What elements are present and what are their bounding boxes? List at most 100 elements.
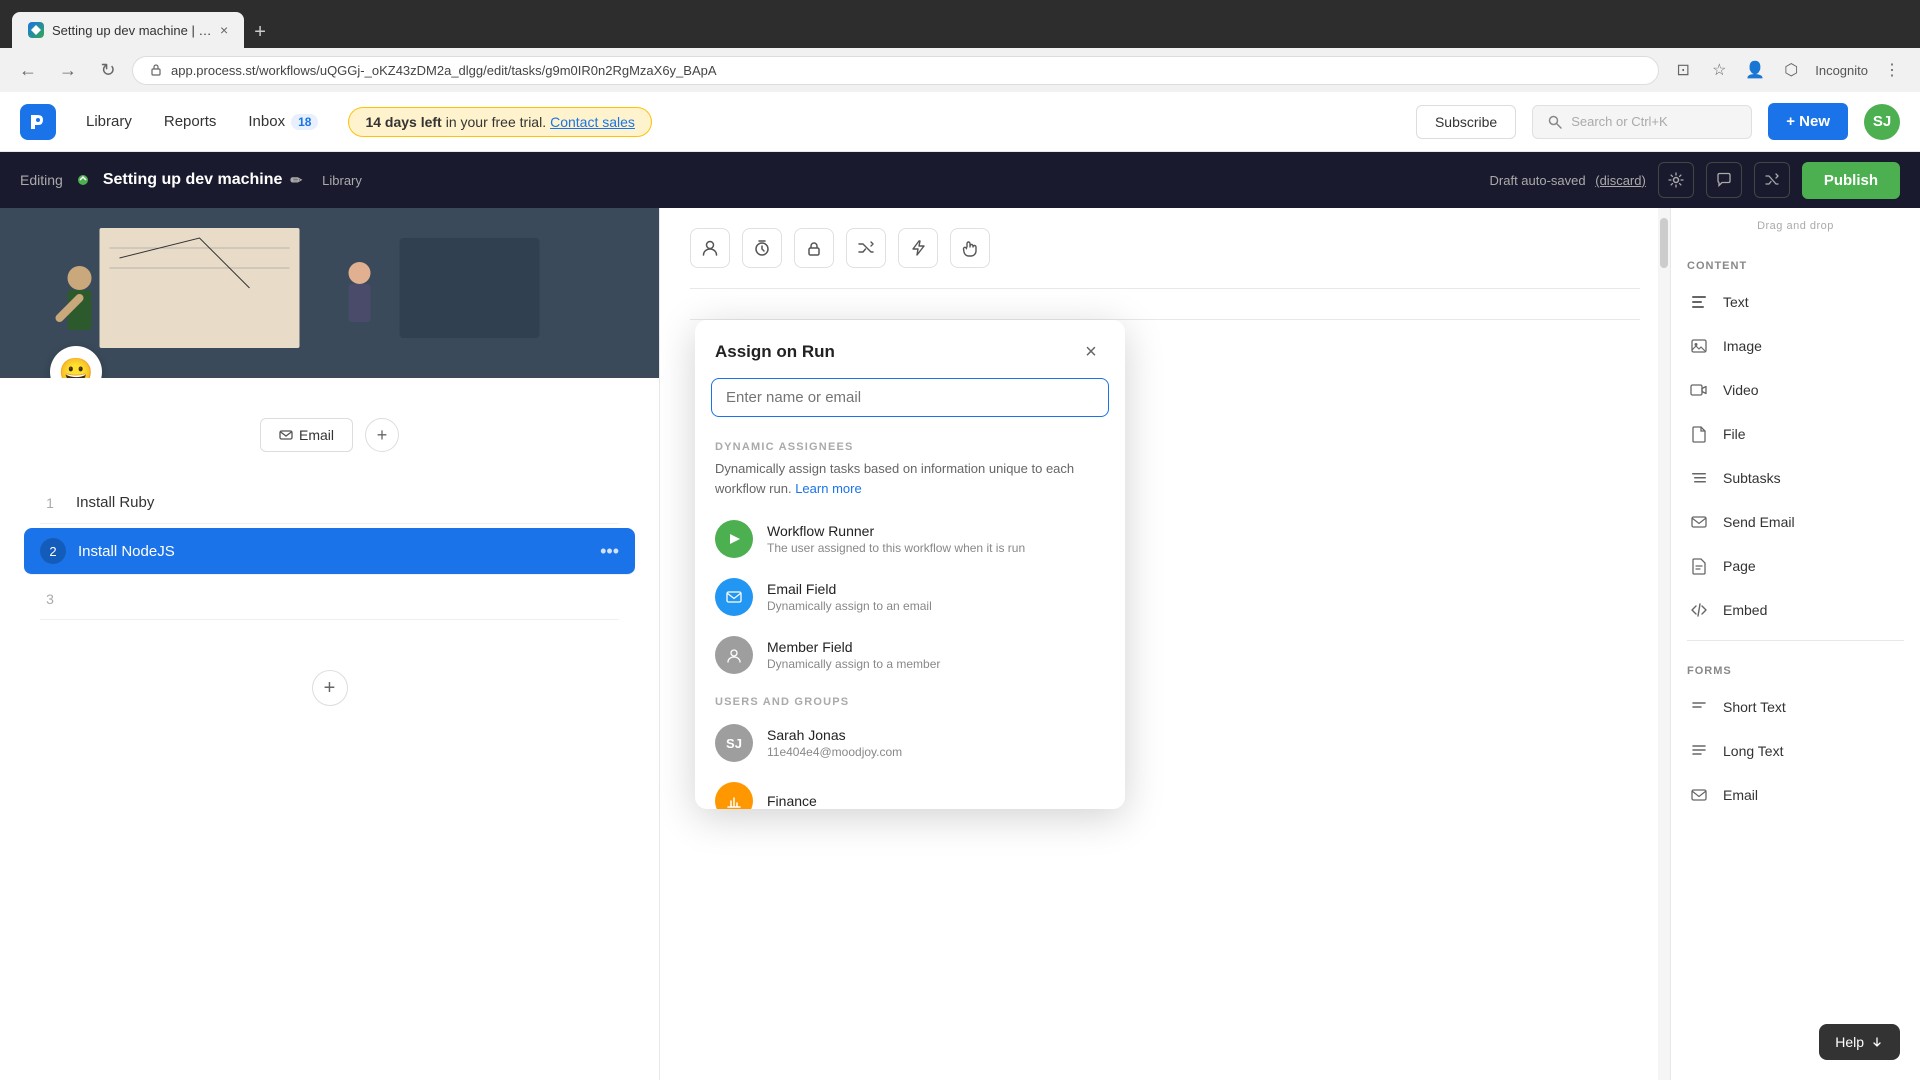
nav-library[interactable]: Library [72,105,146,138]
browser-nav: ← → ↻ app.process.st/workflows/uQGGj-_oK… [0,48,1920,92]
toolbar-lock-button[interactable] [794,228,834,268]
task-more-button[interactable]: ••• [600,541,619,562]
menu-icon[interactable]: ⋮ [1876,54,1908,86]
sidebar-item-text[interactable]: Text [1671,280,1920,324]
sidebar-item-long-text[interactable]: Long Text [1671,729,1920,773]
new-tab-button[interactable]: + [246,17,274,48]
member-field-avatar [715,636,753,674]
assignee-sarah[interactable]: SJ Sarah Jonas 11e404e4@moodjoy.com [695,714,1125,772]
browser-tabs: Setting up dev machine | Process... × + [12,0,274,48]
browser-tab-active[interactable]: Setting up dev machine | Process... × [12,12,244,48]
assignee-finance[interactable]: Finance [695,772,1125,809]
email-form-icon [1687,783,1711,807]
publish-button[interactable]: Publish [1802,162,1900,199]
task-number-3: 3 [40,591,60,607]
page-icon [1687,554,1711,578]
email-icon [279,428,293,442]
address-bar[interactable]: app.process.st/workflows/uQGGj-_oKZ43zDM… [132,56,1659,85]
library-breadcrumb[interactable]: Library [322,173,362,188]
nav-inbox[interactable]: Inbox 18 [234,105,332,138]
users-section-label: USERS AND GROUPS [695,684,1125,714]
tab-close-btn[interactable]: × [220,22,228,38]
sidebar-item-video[interactable]: Video [1671,368,1920,412]
embed-icon [1687,598,1711,622]
search-placeholder: Search or Ctrl+K [1571,114,1667,129]
subscribe-button[interactable]: Subscribe [1416,105,1516,139]
shuffle-icon-btn[interactable] [1754,162,1790,198]
modal-header: Assign on Run × [695,320,1125,378]
subtasks-label: Subtasks [1723,470,1781,486]
editing-bar-right: Draft auto-saved (discard) Publish [1490,162,1900,199]
active-task-input[interactable] [78,543,588,560]
sidebar-item-page[interactable]: Page [1671,544,1920,588]
scrollbar-thumb [1660,218,1668,268]
video-label: Video [1723,382,1759,398]
sidebar-item-subtasks[interactable]: Subtasks [1671,456,1920,500]
add-button[interactable]: + [365,418,399,452]
assignee-member-field[interactable]: Member Field Dynamically assign to a mem… [695,626,1125,684]
help-button[interactable]: Help [1819,1024,1900,1060]
nav-reports[interactable]: Reports [150,105,231,138]
task-item-empty[interactable]: 3 [40,579,619,620]
task-buttons: Email + [0,378,659,472]
assignee-workflow-runner[interactable]: Workflow Runner The user assigned to thi… [695,510,1125,568]
new-button[interactable]: + New [1768,103,1848,140]
contact-sales-link[interactable]: Contact sales [550,114,635,130]
email-field-avatar [715,578,753,616]
modal-close-button[interactable]: × [1077,338,1105,366]
long-text-label: Long Text [1723,743,1783,759]
long-text-icon [1687,739,1711,763]
discard-link[interactable]: (discard) [1595,173,1646,188]
sidebar-item-send-email[interactable]: Send Email [1671,500,1920,544]
trial-text-bold: 14 days left [365,114,441,130]
editing-bar: Editing Setting up dev machine ✏ Library… [0,152,1920,208]
content-scrollbar[interactable] [1658,208,1670,1080]
file-icon [1687,422,1711,446]
reload-button[interactable]: ↻ [92,54,124,86]
workflow-title: Setting up dev machine ✏ [103,171,302,189]
email-button[interactable]: Email [260,418,353,452]
help-chevron-icon [1870,1035,1884,1049]
sidebar-item-email-form[interactable]: Email [1671,773,1920,817]
email-field-desc: Dynamically assign to an email [767,599,1105,613]
draft-saved-text: Draft auto-saved (discard) [1490,173,1646,188]
incognito-label: Incognito [1815,63,1868,78]
toolbar-timer-button[interactable] [742,228,782,268]
forward-button[interactable]: → [52,54,84,86]
sidebar-item-file[interactable]: File [1671,412,1920,456]
toolbar-conditional-button[interactable] [846,228,886,268]
app-header: Library Reports Inbox 18 14 days left in… [0,92,1920,152]
extensions-icon[interactable]: ⬡ [1775,54,1807,86]
video-icon [1687,378,1711,402]
member-field-name: Member Field [767,639,1105,655]
profile-icon[interactable]: 👤 [1739,54,1771,86]
short-text-icon [1687,695,1711,719]
assign-search-input[interactable] [711,378,1109,417]
sarah-avatar: SJ [715,724,753,762]
sidebar-item-embed[interactable]: Embed [1671,588,1920,632]
add-task-button[interactable]: + [312,670,348,706]
toolbar-approval-button[interactable] [950,228,990,268]
search-bar[interactable]: Search or Ctrl+K [1532,105,1752,139]
text-label: Text [1723,294,1749,310]
task-number-active: 2 [40,538,66,564]
comment-icon-btn[interactable] [1706,162,1742,198]
learn-more-link[interactable]: Learn more [795,481,861,496]
sidebar-item-image[interactable]: Image [1671,324,1920,368]
back-button[interactable]: ← [12,54,44,86]
toolbar-assign-button[interactable] [690,228,730,268]
settings-icon-btn[interactable] [1658,162,1694,198]
edit-title-icon[interactable]: ✏ [290,172,302,189]
browser-nav-icons: ⊡ ☆ 👤 ⬡ Incognito ⋮ [1667,54,1908,86]
finance-name: Finance [767,793,1105,809]
assignee-email-field[interactable]: Email Field Dynamically assign to an ema… [695,568,1125,626]
send-email-icon [1687,510,1711,534]
user-avatar[interactable]: SJ [1864,104,1900,140]
task-item-active[interactable]: 2 ••• [24,528,635,575]
task-item[interactable]: 1 Install Ruby [40,482,619,524]
cast-icon[interactable]: ⊡ [1667,54,1699,86]
bookmark-icon[interactable]: ☆ [1703,54,1735,86]
sidebar-item-short-text[interactable]: Short Text [1671,685,1920,729]
toolbar-automation-button[interactable] [898,228,938,268]
cover-illustration [0,208,659,378]
